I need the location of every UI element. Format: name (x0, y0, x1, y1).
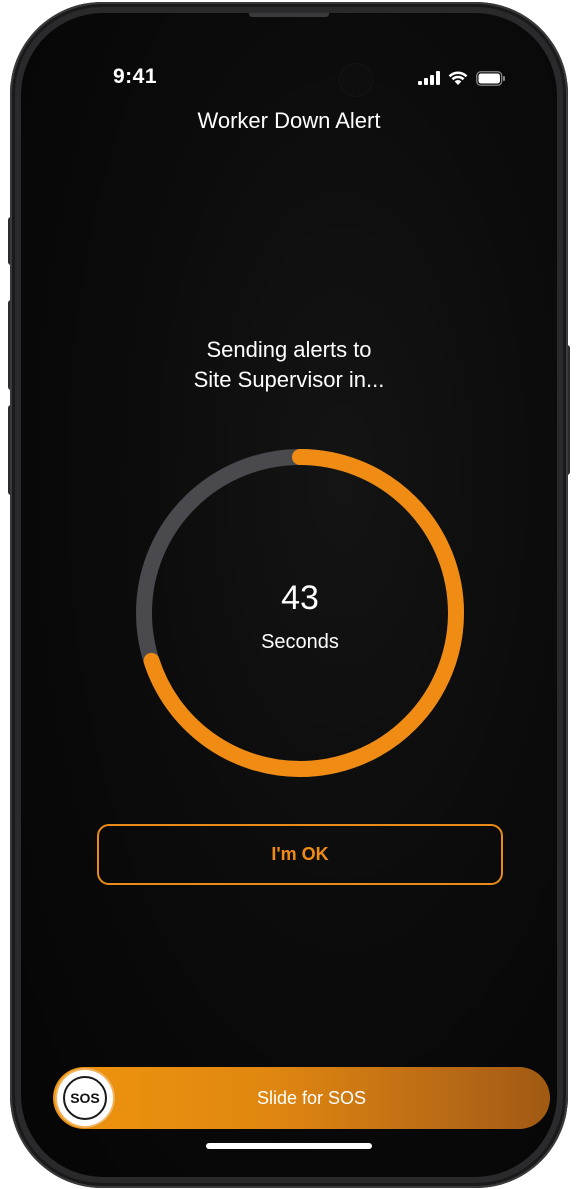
battery-icon (476, 70, 505, 86)
countdown-ring: 43 Seconds (134, 447, 466, 779)
status-icons (418, 68, 506, 88)
sos-knob-label: SOS (63, 1076, 107, 1120)
phone-device: 9:41 Worker Down Alert Sending alerts to… (0, 0, 577, 1189)
im-ok-button[interactable]: I'm OK (97, 824, 503, 885)
status-bar: 9:41 (21, 13, 557, 123)
wifi-icon (448, 71, 468, 85)
countdown-message: Sending alerts to Site Supervisor in... (21, 335, 557, 395)
countdown-seconds-value: 43 (281, 579, 319, 617)
front-camera (339, 63, 373, 97)
page-title: Worker Down Alert (197, 108, 381, 133)
countdown-seconds-label: Seconds (261, 631, 339, 653)
sos-slider[interactable]: Slide for SOS SOS (53, 1067, 550, 1129)
sos-slider-label: Slide for SOS (256, 1088, 367, 1108)
cellular-signal-icon (418, 71, 440, 85)
home-indicator[interactable] (206, 1143, 372, 1149)
countdown-message-line1: Sending alerts to (206, 337, 372, 362)
screen: 9:41 Worker Down Alert Sending alerts to… (21, 13, 557, 1177)
countdown-message-line2: Site Supervisor in... (193, 367, 385, 392)
status-time: 9:41 (113, 65, 158, 88)
sos-slider-knob[interactable]: SOS (57, 1070, 113, 1126)
